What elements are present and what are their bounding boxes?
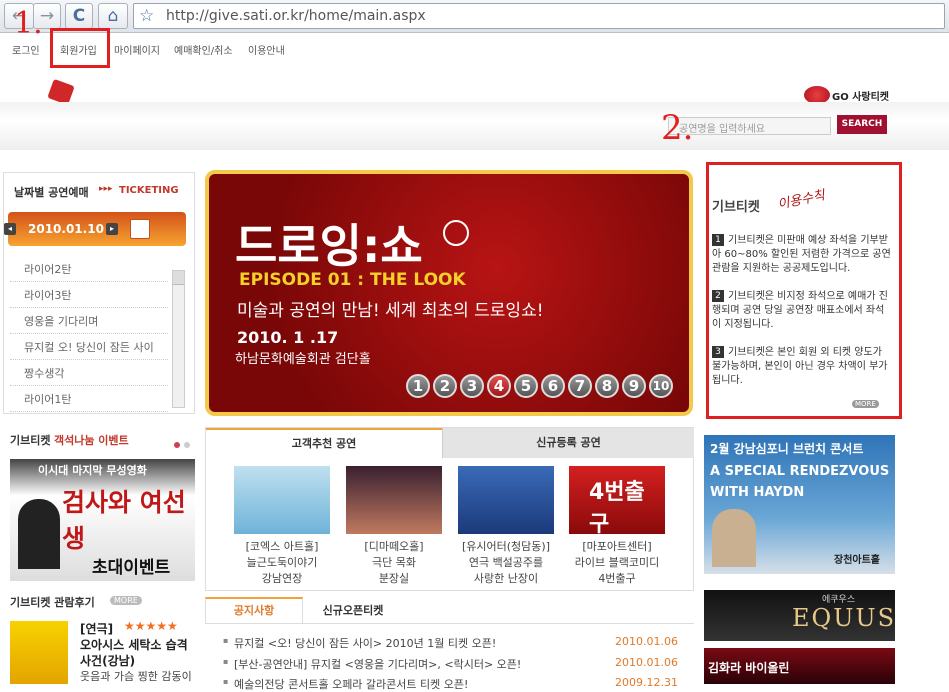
reload-icon[interactable]: C <box>65 3 93 29</box>
show-venue[interactable]: [디마떼오홀] <box>329 539 459 555</box>
list-item[interactable]: 짱수생각 <box>10 360 168 386</box>
bullet-icon: ▪ <box>223 657 229 666</box>
equus-ad[interactable]: 에쿠우스 EQUUS <box>704 590 895 641</box>
haydn-ad[interactable]: 2월 강남심포니 브런치 콘서트 A SPECIAL RENDEZVOUS WI… <box>704 435 895 574</box>
banner-page-8[interactable]: 8 <box>595 374 619 398</box>
infobox-title: 기브티켓 <box>712 200 760 215</box>
search-button[interactable]: SEARCH <box>837 115 887 134</box>
banner-page-2[interactable]: 2 <box>433 374 457 398</box>
annotation-1: 1. <box>14 6 43 41</box>
review-tag: [연극] <box>80 622 114 636</box>
show-sub[interactable]: 분장실 <box>329 571 459 587</box>
event-title: 기브티켓 <box>10 434 51 447</box>
banner-page-10[interactable]: 10 <box>649 374 673 398</box>
divider <box>205 623 694 624</box>
banner-tagline: 미술과 공연의 만남! 세계 최초의 드로잉쇼! <box>237 301 544 321</box>
give-ticket-rules: 기브티켓 이용수칙 1 기브티켓은 미판매 예상 좌석을 기부받아 60~80%… <box>706 162 902 419</box>
notice-date: 2010.01.06 <box>615 635 678 648</box>
list-item[interactable]: 영웅을 기다리며 <box>10 308 168 334</box>
calendar-icon[interactable] <box>130 219 150 239</box>
slide-dot[interactable] <box>184 442 190 448</box>
bullet-icon: ▪ <box>223 677 229 686</box>
list-item[interactable]: 라이어1탄 <box>10 386 168 412</box>
review-more-button[interactable]: MORE <box>110 596 142 605</box>
rule-text: 기브티켓은 비지정 좌석으로 예매가 진행되며 공연 당일 공연장 매표소에서 … <box>712 291 888 330</box>
next-date-icon[interactable]: ▸ <box>106 223 118 235</box>
banner-page-3[interactable]: 3 <box>460 374 484 398</box>
list-item[interactable]: 라이어2탄 <box>10 256 168 282</box>
banner-page-6[interactable]: 6 <box>541 374 565 398</box>
notice-date: 2010.01.06 <box>615 656 678 669</box>
portrait-icon <box>712 509 756 567</box>
banner-page-7[interactable]: 7 <box>568 374 592 398</box>
banner-title: 드로잉:쇼 <box>235 219 423 273</box>
notice-item[interactable]: 뮤지컬 <오! 당신이 잠든 사이> 2010년 1월 티켓 오픈! <box>234 635 496 651</box>
show-title[interactable]: 라이브 블랙코미디 <box>552 555 682 571</box>
banner-episode: EPISODE 01 : THE LOOK <box>239 270 466 290</box>
show-sub[interactable]: 4번출구 <box>552 571 682 587</box>
show-venue[interactable]: [코엑스 아트홀] <box>217 539 347 555</box>
nav-login[interactable]: 로그인 <box>12 42 40 57</box>
show-poster[interactable]: 4번출구 <box>569 466 665 537</box>
nav-guide[interactable]: 이용안내 <box>248 42 285 57</box>
browser-toolbar: ← → C ⌂ ☆ http://give.sati.or.kr/home/ma… <box>0 0 949 33</box>
home-icon[interactable]: ⌂ <box>98 3 128 29</box>
infobox-more-button[interactable]: MORE <box>852 400 879 408</box>
review-line[interactable]: 사건(강남) <box>80 652 135 669</box>
notice-item[interactable]: [부산-공연안내] 뮤지컬 <영웅을 기다리며>, <락시터> 오픈! <box>234 656 521 672</box>
bookmark-star-icon[interactable]: ☆ <box>139 6 154 26</box>
tab-notices[interactable]: 공지사항 <box>205 597 303 623</box>
current-date: 2010.01.10 <box>28 222 104 236</box>
event-poster-title: 검사와 여선생 <box>62 488 186 553</box>
show-venue[interactable]: [마포아트센터] <box>552 539 682 555</box>
prev-date-icon[interactable]: ◂ <box>4 223 16 235</box>
date-booking-title: 날짜별 공연예매 <box>14 186 89 199</box>
show-poster[interactable] <box>234 466 330 534</box>
rating-stars: ★★★★★ <box>124 619 178 633</box>
event-title-accent: 객석나눔 이벤트 <box>54 434 129 447</box>
list-item[interactable]: 뮤지컬 오! 당신이 잠든 사이 <box>10 334 168 360</box>
notice-item[interactable]: 예술의전당 콘서트홀 오페라 갈라콘서트 티켓 오픈! <box>234 676 468 692</box>
scrollbar[interactable] <box>172 270 185 408</box>
event-poster[interactable]: 이시대 마지막 무성영화 검사와 여선생 초대이벤트 <box>10 459 195 581</box>
review-line[interactable]: 오아시스 세탁소 습격 <box>80 636 188 653</box>
banner-page-4[interactable]: 4 <box>487 374 511 398</box>
show-poster[interactable] <box>458 466 554 534</box>
annotation-2: 2. <box>661 108 694 148</box>
rule-text: 기브티켓은 본인 회원 외 티켓 양도가 불가능하며, 본인이 아닌 경우 차액… <box>712 347 888 386</box>
show-sub[interactable]: 강남연장 <box>217 571 347 587</box>
tab-new[interactable]: 신규등록 공연 <box>442 428 694 458</box>
show-title[interactable]: 극단 목화 <box>329 555 459 571</box>
violin-ad[interactable]: 김화라 바이올린 <box>704 648 895 684</box>
arrow-icon: ▸▸▸ <box>99 184 113 194</box>
review-poster[interactable] <box>10 621 68 684</box>
banner-page-1[interactable]: 1 <box>406 374 430 398</box>
banner-page-5[interactable]: 5 <box>514 374 538 398</box>
banner-venue: 하남문화예술회관 검단홀 <box>235 352 371 367</box>
figure-silhouette <box>18 499 60 569</box>
show-poster[interactable] <box>346 466 442 534</box>
banner-page-9[interactable]: 9 <box>622 374 646 398</box>
ticketing-label: TICKETING <box>119 185 179 196</box>
tab-new-open[interactable]: 신규오픈티켓 <box>303 599 403 623</box>
nav-mypage[interactable]: 마이페이지 <box>114 42 160 57</box>
review-line: 웃음과 가슴 찡한 감동이 <box>80 670 192 683</box>
annotation-box-signup <box>50 28 110 68</box>
banner-badge-icon <box>443 220 469 246</box>
url-text: http://give.sati.or.kr/home/main.aspx <box>166 8 426 24</box>
go-logo-text: GO 사랑티켓 <box>832 92 889 103</box>
slide-dot[interactable] <box>174 442 180 448</box>
list-item[interactable]: 라이어3탄 <box>10 282 168 308</box>
tab-recommended[interactable]: 고객추천 공연 <box>206 428 442 458</box>
review-title: 기브티켓 관람후기 <box>10 596 95 609</box>
show-title[interactable]: 늘근도둑이야기 <box>217 555 347 571</box>
address-bar[interactable]: ☆ http://give.sati.or.kr/home/main.aspx <box>133 3 945 29</box>
banner-date: 2010. 1 .17 <box>237 328 339 347</box>
nav-booking[interactable]: 예매확인/취소 <box>174 42 233 57</box>
rule-text: 기브티켓은 미판매 예상 좌석을 기부받아 60~80% 할인된 저렴한 가격으… <box>712 235 891 274</box>
infobox-subtitle: 이용수칙 <box>776 188 827 213</box>
bullet-icon: ▪ <box>223 636 229 645</box>
notice-date: 2009.12.31 <box>615 676 678 689</box>
